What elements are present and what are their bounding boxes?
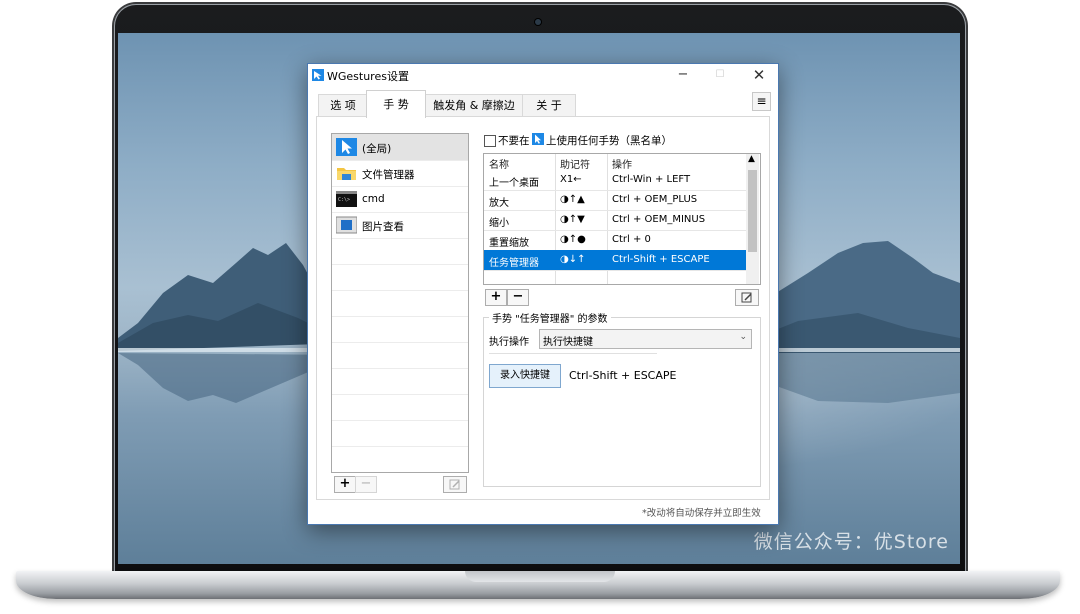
terminal-icon: C:\> [336,191,357,207]
add-app-button[interactable]: + [334,476,356,493]
image-viewer-icon [336,216,357,234]
edit-icon [449,479,460,490]
app-list[interactable]: (全局) 文件管理器 C:\> cmd 图片查看 [331,133,469,473]
table-scrollbar[interactable]: ▲ [746,154,759,284]
scrollbar-thumb[interactable] [748,170,757,252]
table-row[interactable]: 缩小 ◑↑▼ Ctrl + OEM_MINUS [484,210,746,231]
params-legend: 手势 "任务管理器" 的参数 [489,310,611,325]
list-item [332,446,468,472]
record-hotkey-button[interactable]: 录入快捷键 [489,364,561,388]
title-bar[interactable]: WGestures设置 − ☐ ✕ [308,64,778,86]
tab-options[interactable]: 选 项 [318,94,368,117]
tab-gestures[interactable]: 手 势 [366,90,426,118]
tab-hot-corners[interactable]: 触发角 & 摩擦边 [424,94,524,117]
pointer-icon [336,138,357,156]
cell-action: Ctrl-Win + LEFT [612,174,691,185]
table-header: 名称 助记符 操作 [484,154,746,171]
laptop-notch [465,571,615,582]
column-header-action[interactable]: 操作 [612,156,632,171]
list-item [332,238,468,265]
app-item-label: (全局) [362,143,392,155]
edit-gesture-button[interactable] [735,289,759,306]
cell-action: Ctrl + OEM_MINUS [612,214,706,225]
tab-about[interactable]: 关 于 [522,94,576,117]
cell-mnemonic: ◑↑● [560,234,586,245]
blacklist-label-prefix: 不要在 [498,135,530,147]
cell-name: 缩小 [489,218,509,229]
cell-name: 任务管理器 [489,258,539,269]
cell-name: 上一个桌面 [489,178,539,189]
cell-action: Ctrl-Shift + ESCAPE [612,254,710,265]
app-item-label: cmd [362,193,385,205]
list-item [332,264,468,291]
action-select[interactable]: 执行快捷键 ⌄ [539,329,752,349]
app-item-label: 图片查看 [362,221,404,233]
app-item-image-viewer[interactable]: 图片查看 [332,212,468,239]
settings-window: WGestures设置 − ☐ ✕ 选 项 手 势 触发角 & 摩擦边 关 于 … [307,63,779,525]
app-item-global[interactable]: (全局) [332,134,468,161]
tab-strip: 选 项 手 势 触发角 & 摩擦边 关 于 ≡ [308,86,778,118]
gestures-panel: (全局) 文件管理器 C:\> cmd 图片查看 + − 不要在 上使用任何手势… [316,116,770,500]
app-logo-icon [312,69,324,81]
app-item-file-manager[interactable]: 文件管理器 [332,160,468,187]
cell-action: Ctrl + 0 [612,234,651,245]
table-row[interactable]: 重置缩放 ◑↑● Ctrl + 0 [484,230,746,251]
chevron-down-icon: ⌄ [739,332,747,342]
cell-name: 重置缩放 [489,238,529,249]
action-label: 执行操作 [489,337,529,348]
minimize-button[interactable]: − [664,64,702,86]
autosave-note: *改动将自动保存并立即生效 [642,508,761,519]
pointer-icon [532,133,544,145]
table-row[interactable]: 上一个桌面 X1← Ctrl-Win + LEFT [484,170,746,191]
remove-gesture-button[interactable]: − [507,289,529,306]
list-item [332,420,468,447]
svg-text:C:\>: C:\> [338,197,350,203]
column-header-name[interactable]: 名称 [489,156,509,171]
cell-mnemonic: X1← [560,174,582,185]
remove-app-button[interactable]: − [355,476,377,493]
folder-icon [337,168,356,180]
list-item [332,394,468,421]
list-item [332,342,468,369]
blacklist-checkbox[interactable] [484,135,496,147]
list-item [332,368,468,395]
hotkey-value: Ctrl-Shift + ESCAPE [569,369,677,382]
blacklist-label-suffix: 上使用任何手势（黑名单） [546,135,672,147]
cell-name: 放大 [489,198,509,209]
cell-mnemonic: ◑↑▲ [560,194,585,205]
table-row-selected[interactable]: 任务管理器 ◑↓↑ Ctrl-Shift + ESCAPE [484,250,746,271]
list-item [332,316,468,343]
gesture-table[interactable]: 名称 助记符 操作 上一个桌面 X1← Ctrl-Win + LEFT 放大 ◑… [483,153,761,285]
cell-mnemonic: ◑↑▼ [560,214,585,225]
action-select-value: 执行快捷键 [543,337,593,348]
chevron-up-icon[interactable]: ▲ [748,154,755,164]
close-button[interactable]: ✕ [740,64,778,86]
cell-action: Ctrl + OEM_PLUS [612,194,698,205]
list-item [332,290,468,317]
edit-app-button[interactable] [443,476,467,493]
camera-icon [535,19,541,25]
watermark: 微信公众号：优Store [753,531,949,553]
maximize-button[interactable]: ☐ [701,64,739,86]
window-title: WGestures设置 [327,70,409,83]
app-item-cmd[interactable]: C:\> cmd [332,186,468,213]
column-header-mnemonic[interactable]: 助记符 [560,156,590,171]
table-row[interactable]: 放大 ◑↑▲ Ctrl + OEM_PLUS [484,190,746,211]
edit-icon [741,292,752,303]
cell-mnemonic: ◑↓↑ [560,254,586,265]
app-item-label: 文件管理器 [362,169,415,181]
add-gesture-button[interactable]: + [485,289,507,306]
divider [489,353,657,354]
menu-button[interactable]: ≡ [752,92,771,111]
